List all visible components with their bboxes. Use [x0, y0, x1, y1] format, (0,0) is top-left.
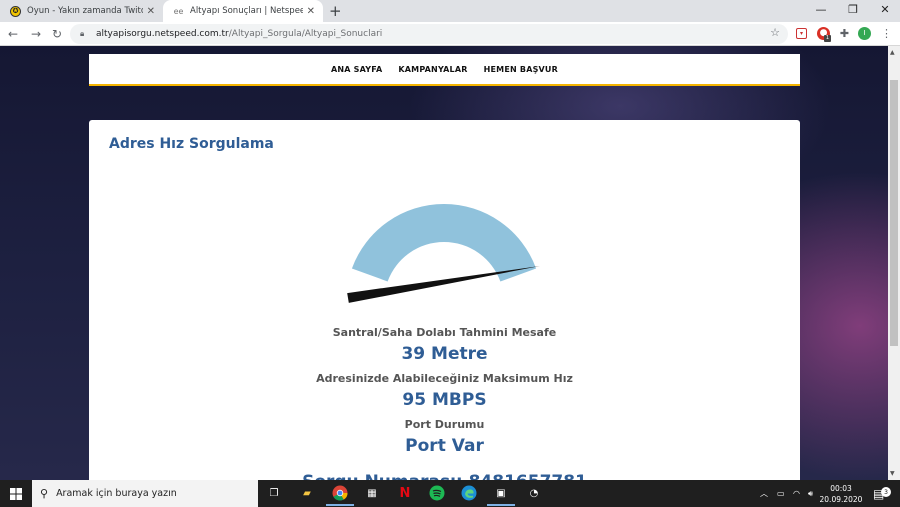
distance-label: Santral/Saha Dolabı Tahmini Mesafe: [332, 326, 557, 339]
distance-value: 39 Metre: [401, 344, 488, 364]
speed-value: 95 MBPS: [402, 390, 487, 410]
web-page: ANA SAYFA KAMPANYALAR HEMEN BAŞVUR Adres…: [0, 46, 888, 480]
result-card: Adres Hız Sorgulama Santral/Saha Dolabı …: [89, 120, 800, 480]
restore-icon[interactable]: ❐: [838, 0, 868, 22]
edge-logo-icon: [461, 485, 477, 501]
show-hidden-icons-icon[interactable]: ︿: [760, 480, 768, 507]
windows-logo-icon: [10, 487, 22, 500]
netspeed-favicon-icon: ee: [173, 6, 184, 16]
netflix-icon[interactable]: N: [395, 483, 415, 503]
search-placeholder: Aramak için buraya yazın: [56, 488, 177, 499]
clock-date: 20.09.2020: [819, 495, 863, 504]
tab-title: Altyapı Sonuçları | Netspeed: [190, 6, 303, 16]
page-scrollbar[interactable]: ▲ ▼: [888, 46, 900, 480]
windows-taskbar: ⚲ Aramak için buraya yazın ❐ ▰ ▦ N ▣ ◔ ︿…: [0, 480, 900, 507]
close-window-icon[interactable]: ✕: [870, 0, 900, 22]
volume-icon[interactable]: 🔊︎: [808, 480, 813, 507]
tab-netspeed[interactable]: ee Altyapı Sonuçları | Netspeed ✕: [163, 0, 323, 22]
store-icon[interactable]: ▦: [362, 483, 382, 503]
close-tab-icon[interactable]: ✕: [307, 6, 315, 17]
system-clock[interactable]: 00:03 20.09.2020: [817, 483, 865, 505]
chrome-icon[interactable]: [326, 483, 354, 506]
notification-count-badge: 3: [881, 487, 891, 497]
page-title: Adres Hız Sorgulama: [109, 136, 274, 152]
task-view-icon[interactable]: ❐: [264, 483, 284, 503]
url-path: /Altyapi_Sorgula/Altyapi_Sonuclari: [228, 29, 383, 39]
nav-hemen-basvur[interactable]: HEMEN BAŞVUR: [484, 65, 558, 74]
tab-strip: ✪ Oyun - Yakın zamanda Twitch yayını ✕ e…: [0, 0, 900, 22]
extensions-puzzle-icon[interactable]: ✚: [838, 27, 851, 40]
close-tab-icon[interactable]: ✕: [147, 6, 155, 17]
scroll-up-icon[interactable]: ▲: [890, 49, 895, 56]
extension-shield-icon[interactable]: ▾: [796, 28, 807, 39]
mail-icon[interactable]: ▣: [487, 483, 515, 506]
edge-icon[interactable]: [459, 483, 479, 503]
back-icon[interactable]: ←: [8, 25, 18, 43]
lock-icon: 🔒︎: [80, 29, 85, 38]
reload-icon[interactable]: ↻: [52, 25, 62, 43]
nav-ana-sayfa[interactable]: ANA SAYFA: [331, 65, 382, 74]
bookmark-star-icon[interactable]: ☆: [770, 26, 780, 39]
minimize-icon[interactable]: —: [806, 0, 836, 22]
address-bar[interactable]: 🔒︎ altyapisorgu.netspeed.com.tr/Altyapi_…: [70, 24, 788, 44]
tab-twitch[interactable]: ✪ Oyun - Yakın zamanda Twitch yayını ✕: [0, 0, 163, 22]
port-label: Port Durumu: [404, 418, 485, 431]
gauge-arc: [351, 204, 537, 282]
port-value: Port Var: [405, 436, 484, 456]
twitch-favicon-icon: ✪: [10, 5, 21, 17]
query-number-text: Sorgu Numarası: 8481657781: [89, 472, 800, 480]
battery-icon[interactable]: ▭: [777, 480, 785, 507]
spotify-icon[interactable]: [427, 483, 447, 503]
scroll-thumb[interactable]: [890, 80, 898, 346]
extension-badge: 1: [824, 35, 831, 42]
scroll-down-icon[interactable]: ▼: [890, 470, 895, 477]
browser-toolbar: ← → ↻ 🔒︎ altyapisorgu.netspeed.com.tr/Al…: [0, 22, 900, 46]
nav-kampanyalar[interactable]: KAMPANYALAR: [398, 65, 467, 74]
clock-time: 00:03: [830, 484, 852, 493]
file-explorer-icon[interactable]: ▰: [297, 483, 317, 503]
taskbar-search[interactable]: ⚲ Aramak için buraya yazın: [32, 480, 258, 507]
menu-kebab-icon[interactable]: ⋮: [880, 27, 893, 40]
forward-icon[interactable]: →: [31, 25, 41, 43]
spotify-logo-icon: [429, 485, 445, 501]
site-navigation: ANA SAYFA KAMPANYALAR HEMEN BAŞVUR: [89, 54, 800, 86]
chrome-logo-icon: [332, 485, 348, 501]
new-tab-icon[interactable]: +: [329, 2, 342, 20]
speed-label: Adresinizde Alabileceğiniz Maksimum Hız: [316, 372, 573, 385]
url-host: altyapisorgu.netspeed.com.tr: [96, 29, 229, 39]
search-icon: ⚲: [40, 487, 49, 500]
profile-avatar[interactable]: I: [858, 27, 871, 40]
wifi-icon[interactable]: ◠: [793, 480, 800, 507]
speed-gauge: [347, 204, 540, 303]
tab-title: Oyun - Yakın zamanda Twitch yayını: [27, 6, 143, 16]
speedtest-icon[interactable]: ◔: [524, 483, 544, 503]
start-button[interactable]: [0, 480, 32, 507]
